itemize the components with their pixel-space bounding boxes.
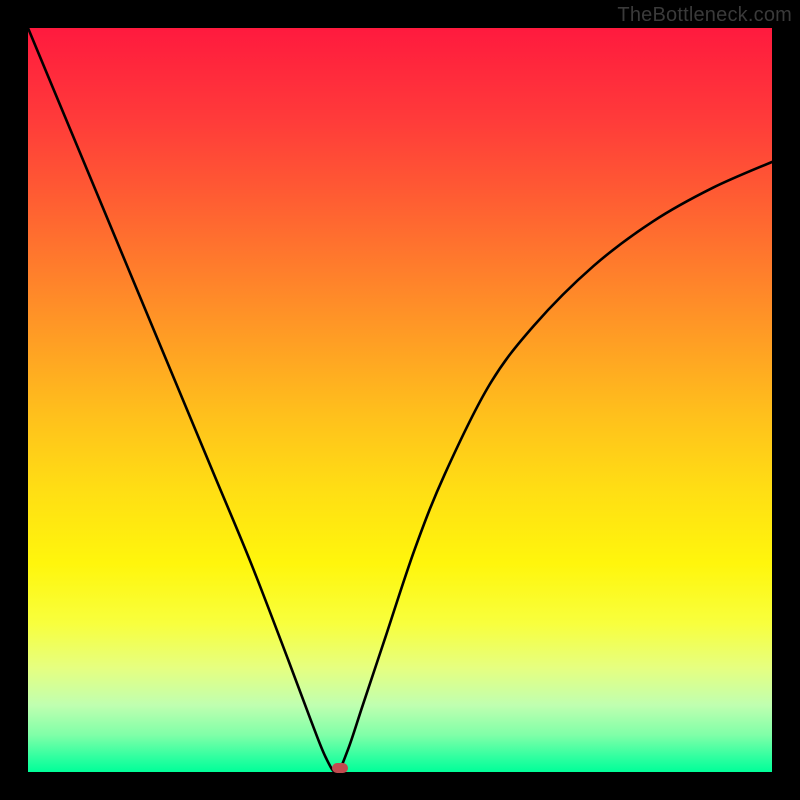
- watermark-text: TheBottleneck.com: [617, 4, 792, 27]
- optimal-marker: [332, 763, 348, 773]
- chart-container: TheBottleneck.com: [0, 0, 800, 800]
- bottleneck-curve: [28, 28, 772, 772]
